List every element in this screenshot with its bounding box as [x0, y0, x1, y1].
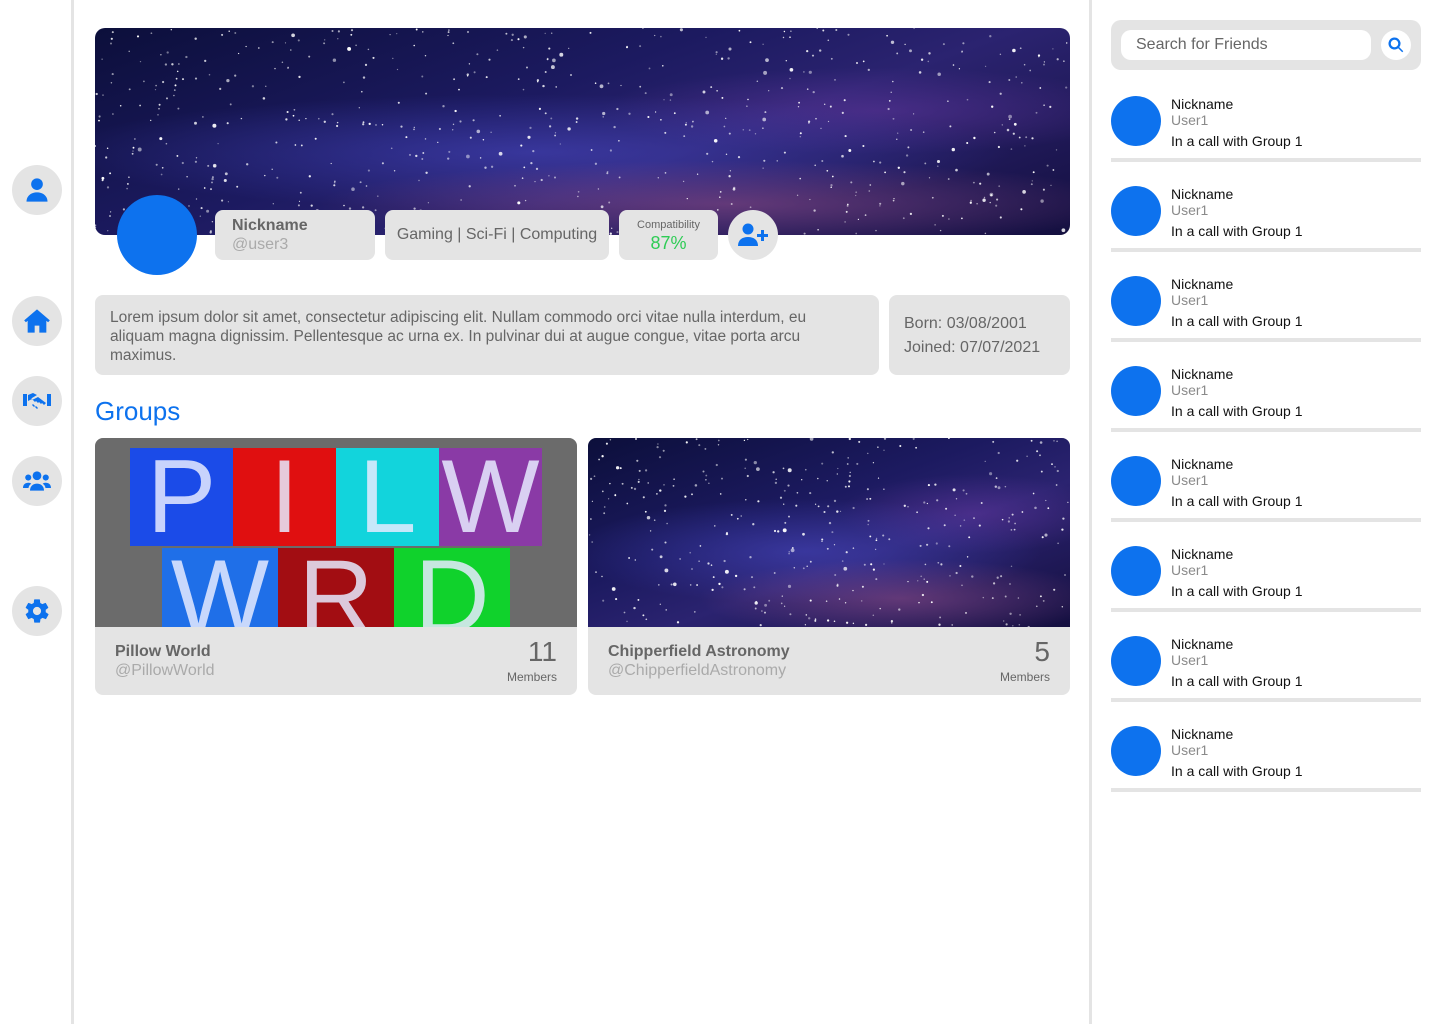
logo-letter: D — [394, 548, 510, 627]
logo-letter: W — [162, 548, 278, 627]
nav-friends-button[interactable] — [12, 456, 62, 506]
group-member-count: 5 — [1034, 636, 1050, 667]
group-handle: @ChipperfieldAstronomy — [608, 662, 787, 679]
nav-settings-button[interactable] — [12, 586, 62, 636]
friend-avatar — [1111, 546, 1161, 596]
group-card-pillow-world[interactable]: P I L W W R D Pillow World @PillowWorld … — [95, 438, 577, 695]
profile-dates: Born: 03/08/2001 Joined: 07/07/2021 — [889, 295, 1070, 375]
search-button[interactable] — [1381, 30, 1411, 60]
friend-username: User1 — [1171, 202, 1209, 218]
friend-status: In a call with Group 1 — [1171, 673, 1303, 689]
group-name: Chipperfield Astronomy — [608, 643, 790, 660]
profile-nickname: Nickname — [232, 217, 308, 234]
friend-username: User1 — [1171, 112, 1209, 128]
home-icon — [24, 309, 50, 333]
friend-username: User1 — [1171, 562, 1209, 578]
starfield-image — [588, 438, 1069, 627]
profile-bio: Lorem ipsum dolor sit amet, consectetur … — [95, 295, 879, 375]
friend-avatar — [1111, 636, 1161, 686]
friend-avatar — [1111, 726, 1161, 776]
friend-status: In a call with Group 1 — [1171, 493, 1303, 509]
friend-status: In a call with Group 1 — [1171, 763, 1303, 779]
friend-nickname: Nickname — [1171, 726, 1234, 742]
bio-text: Lorem ipsum dolor sit amet, consectetur … — [110, 309, 807, 364]
nav-profile-button[interactable] — [12, 165, 62, 215]
users-icon — [23, 471, 51, 491]
astronomy-group-image — [588, 438, 1070, 627]
friend-username: User1 — [1171, 472, 1209, 488]
compatibility-value: 87% — [650, 233, 687, 253]
interests-text: Gaming | Sci-Fi | Computing — [396, 226, 598, 243]
group-member-count: 11 — [527, 636, 557, 667]
group-member-label: Members — [506, 670, 557, 684]
joined-date: Joined: 07/07/2021 — [904, 339, 1041, 356]
logo-letter: L — [336, 448, 439, 546]
profile-banner — [95, 28, 1070, 235]
nav-home-button[interactable] — [12, 296, 62, 346]
friend-username: User1 — [1171, 382, 1209, 398]
friend-status: In a call with Group 1 — [1171, 223, 1303, 239]
friend-list-item[interactable]: Nickname User1 In a call with Group 1 — [1111, 450, 1421, 522]
add-friend-button[interactable] — [728, 210, 778, 260]
friend-avatar — [1111, 366, 1161, 416]
friend-status: In a call with Group 1 — [1171, 403, 1303, 419]
friend-nickname: Nickname — [1171, 636, 1234, 652]
friend-nickname: Nickname — [1171, 186, 1234, 202]
groups-heading: Groups — [95, 396, 181, 426]
friend-username: User1 — [1171, 292, 1209, 308]
profile-name-card: Nickname @user3 — [215, 210, 375, 260]
logo-letter: R — [278, 548, 394, 627]
compatibility-card: Compatibility 87% — [619, 210, 718, 260]
friend-list-item[interactable]: Nickname User1 In a call with Group 1 — [1111, 540, 1421, 612]
friend-list-item[interactable]: Nickname User1 In a call with Group 1 — [1111, 270, 1421, 342]
compatibility-label: Compatibility — [637, 219, 700, 231]
handshake-icon — [23, 393, 51, 409]
left-nav — [0, 0, 74, 1024]
friend-nickname: Nickname — [1171, 366, 1234, 382]
friends-panel: Nickname User1 In a call with Group 1 Ni… — [1089, 0, 1440, 1024]
friend-avatar — [1111, 186, 1161, 236]
group-card-chipperfield-astronomy[interactable]: Chipperfield Astronomy @ChipperfieldAstr… — [588, 438, 1070, 695]
friend-list-item[interactable]: Nickname User1 In a call with Group 1 — [1111, 360, 1421, 432]
group-name: Pillow World — [115, 643, 211, 660]
logo-letter: I — [233, 448, 336, 546]
friend-username: User1 — [1171, 742, 1209, 758]
friend-list-item[interactable]: Nickname User1 In a call with Group 1 — [1111, 720, 1421, 792]
friend-list-item[interactable]: Nickname User1 In a call with Group 1 — [1111, 630, 1421, 702]
gear-icon — [25, 599, 49, 623]
group-member-label: Members — [999, 670, 1050, 684]
friend-search-input[interactable] — [1121, 30, 1371, 60]
friend-status: In a call with Group 1 — [1171, 583, 1303, 599]
friend-status: In a call with Group 1 — [1171, 313, 1303, 329]
friend-nickname: Nickname — [1171, 276, 1234, 292]
starfield-image — [95, 28, 1068, 235]
friend-avatar — [1111, 96, 1161, 146]
nav-handshake-button[interactable] — [12, 376, 62, 426]
logo-letter: P — [130, 448, 233, 546]
friend-avatar — [1111, 276, 1161, 326]
profile-handle: @user3 — [232, 236, 289, 253]
user-plus-icon — [738, 223, 768, 246]
user-icon — [26, 178, 48, 202]
friend-nickname: Nickname — [1171, 96, 1234, 112]
friend-nickname: Nickname — [1171, 546, 1234, 562]
search-icon — [1388, 37, 1404, 53]
friend-list-item[interactable]: Nickname User1 In a call with Group 1 — [1111, 90, 1421, 162]
born-date: Born: 03/08/2001 — [904, 315, 1027, 332]
group-handle: @PillowWorld — [115, 662, 215, 679]
profile-interests: Gaming | Sci-Fi | Computing — [385, 210, 609, 260]
friend-list-item[interactable]: Nickname User1 In a call with Group 1 — [1111, 180, 1421, 252]
profile-avatar — [117, 195, 197, 275]
pillow-world-logo-image: P I L W W R D — [95, 438, 577, 627]
friend-avatar — [1111, 456, 1161, 506]
logo-letter: W — [439, 448, 542, 546]
friend-nickname: Nickname — [1171, 456, 1234, 472]
friend-username: User1 — [1171, 652, 1209, 668]
friend-status: In a call with Group 1 — [1171, 133, 1303, 149]
friend-search-bar — [1111, 20, 1421, 70]
